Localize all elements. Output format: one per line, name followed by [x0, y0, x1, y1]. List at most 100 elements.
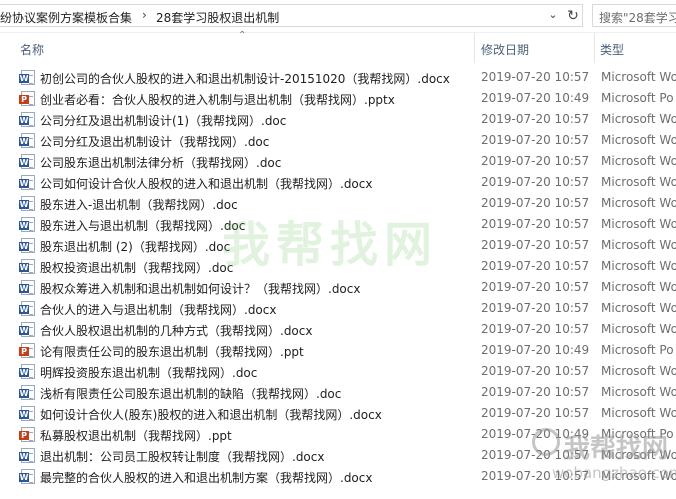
file-row[interactable]: W 如何设计合伙人(股东)股权的进入和退出机制（我帮找网）.docx 2019-07… — [0, 403, 676, 424]
file-name: 股权众筹进入机制和退出机制如何设计？（我帮找网）.docx — [40, 282, 361, 296]
word-doc-icon: W — [19, 364, 35, 379]
column-divider[interactable] — [474, 33, 475, 63]
file-type: Microsoft Wo — [601, 301, 676, 315]
ppt-badge-icon: P — [19, 347, 29, 356]
file-name: 公司如何设计合伙人股权的进入和退出机制（我帮找网）.docx — [40, 177, 373, 191]
file-row[interactable]: W 合伙人的进入与退出机制（我帮找网）.docx 2019-07-20 10:57 M… — [0, 298, 676, 319]
file-modified-date: 2019-07-20 10:57 — [481, 175, 590, 189]
file-row[interactable]: P 创业者必看：合伙人股权的进入机制与退出机制（我帮找网）.pptx 2019-07… — [0, 88, 676, 109]
word-badge-icon: W — [19, 179, 29, 188]
file-row[interactable]: W 公司分红及退出机制设计(1)（我帮找网）.doc 2019-07-20 10:5… — [0, 109, 676, 130]
breadcrumb-chevron-icon[interactable]: › — [142, 8, 147, 22]
doc-lines-icon — [29, 138, 33, 147]
file-name: 公司分红及退出机制设计（我帮找网）.doc — [40, 135, 270, 149]
doc-lines-icon — [29, 390, 33, 399]
word-doc-icon: W — [19, 238, 35, 253]
corner-watermark: 我帮找网 wobangzhao.com — [532, 422, 676, 496]
doc-lines-icon — [29, 285, 33, 294]
doc-lines-icon — [29, 201, 33, 210]
file-modified-date: 2019-07-20 10:57 — [481, 133, 590, 147]
word-badge-icon: W — [19, 326, 29, 335]
file-row[interactable]: W 初创公司的合伙人股权的进入和退出机制设计-20151020（我帮找网）.doc… — [0, 67, 676, 88]
doc-lines-icon — [29, 453, 33, 462]
doc-lines-icon — [29, 180, 33, 189]
word-badge-icon: W — [19, 389, 29, 398]
column-header-row: 名称 修改日期 类型 — [0, 33, 676, 63]
word-badge-icon: W — [19, 410, 29, 419]
file-row[interactable]: W 浅析有限责任公司股东退出机制的缺陷（我帮找网）.doc 2019-07-20 1… — [0, 382, 676, 403]
file-name: 股东进入-退出机制（我帮找网）.doc — [40, 198, 238, 212]
word-doc-icon: W — [19, 406, 35, 421]
search-input[interactable]: 搜索"28套学习 — [592, 4, 676, 27]
file-name: 退出机制：公司员工股权转让制度（我帮找网）.docx — [40, 450, 325, 464]
word-doc-icon: W — [19, 175, 35, 190]
word-badge-icon: W — [19, 221, 29, 230]
file-name: 创业者必看：合伙人股权的进入机制与退出机制（我帮找网）.pptx — [40, 93, 395, 107]
breadcrumb-item-parent[interactable]: 纷协议案例方案模板合集 — [0, 9, 132, 26]
file-modified-date: 2019-07-20 10:57 — [481, 154, 590, 168]
file-modified-date: 2019-07-20 10:57 — [481, 70, 590, 84]
word-doc-icon: W — [19, 448, 35, 463]
file-modified-date: 2019-07-20 10:49 — [481, 343, 590, 357]
file-row[interactable]: W 合伙人股权退出机制的几种方式（我帮找网）.docx 2019-07-20 10:… — [0, 319, 676, 340]
search-placeholder: 搜索"28套学习 — [599, 11, 676, 25]
file-name: 明辉投资股东退出机制（我帮找网）.doc — [40, 366, 258, 380]
word-badge-icon: W — [19, 242, 29, 251]
file-type: Microsoft Wo — [601, 385, 676, 399]
file-row[interactable]: W 明辉投资股东退出机制（我帮找网）.doc 2019-07-20 10:57 Mic… — [0, 361, 676, 382]
corner-watermark-url: wobangzhao.com — [552, 464, 676, 482]
file-name: 股东进入与退出机制（我帮找网）.doc — [40, 219, 246, 233]
breadcrumb-item-current[interactable]: 28套学习股权退出机制 — [156, 9, 279, 26]
address-bar[interactable]: 纷协议案例方案模板合集 › 28套学习股权退出机制 ⌄ ↻ — [0, 4, 583, 27]
file-modified-date: 2019-07-20 10:57 — [481, 406, 590, 420]
word-doc-icon: W — [19, 70, 35, 85]
doc-lines-icon — [29, 117, 33, 126]
column-header-date[interactable]: 修改日期 — [481, 41, 529, 58]
word-doc-icon: W — [19, 133, 35, 148]
file-name: 股东退出机制 (2)（我帮找网）.doc — [40, 240, 231, 254]
file-name: 合伙人股权退出机制的几种方式（我帮找网）.docx — [40, 324, 313, 338]
file-name: 合伙人的进入与退出机制（我帮找网）.docx — [40, 303, 277, 317]
word-doc-icon: W — [19, 217, 35, 232]
word-doc-icon: W — [19, 196, 35, 211]
file-name: 股权投资退出机制（我帮找网）.doc — [40, 261, 234, 275]
file-row[interactable]: W 股权众筹进入机制和退出机制如何设计？（我帮找网）.docx 2019-07-20… — [0, 277, 676, 298]
file-row[interactable]: W 公司分红及退出机制设计（我帮找网）.doc 2019-07-20 10:57 Mi… — [0, 130, 676, 151]
corner-watermark-text: 我帮找网 — [564, 434, 669, 464]
doc-lines-icon — [29, 432, 33, 441]
file-modified-date: 2019-07-20 10:57 — [481, 238, 590, 252]
file-row[interactable]: W 公司如何设计合伙人股权的进入和退出机制（我帮找网）.docx 2019-07-2… — [0, 172, 676, 193]
doc-lines-icon — [29, 243, 33, 252]
ppt-badge-icon: P — [19, 95, 29, 104]
doc-lines-icon — [29, 96, 33, 105]
watermark-logo-icon — [532, 428, 560, 456]
file-type: Microsoft Wo — [601, 175, 676, 189]
file-type: Microsoft Wo — [601, 406, 676, 420]
file-row[interactable]: P 论有限责任公司的股东退出机制（我帮找网）.ppt 2019-07-20 10:4… — [0, 340, 676, 361]
file-name: 最完整的合伙人股权的进入和退出机制方案（我帮找网）.docx — [40, 471, 373, 485]
file-modified-date: 2019-07-20 10:57 — [481, 301, 590, 315]
column-header-name[interactable]: 名称 — [20, 41, 44, 58]
word-badge-icon: W — [19, 473, 29, 482]
ppt-doc-icon: P — [19, 427, 35, 442]
column-divider[interactable] — [594, 33, 595, 63]
column-header-type[interactable]: 类型 — [600, 41, 624, 58]
word-badge-icon: W — [19, 116, 29, 125]
word-badge-icon: W — [19, 137, 29, 146]
file-modified-date: 2019-07-20 10:57 — [481, 322, 590, 336]
file-row[interactable]: W 公司股东退出机制法律分析（我帮找网）.doc 2019-07-20 10:57 M… — [0, 151, 676, 172]
word-doc-icon: W — [19, 469, 35, 484]
doc-lines-icon — [29, 348, 33, 357]
address-dropdown-icon[interactable]: ⌄ — [545, 8, 561, 24]
file-modified-date: 2019-07-20 10:57 — [481, 259, 590, 273]
word-badge-icon: W — [19, 284, 29, 293]
word-badge-icon: W — [19, 74, 29, 83]
refresh-icon[interactable]: ↻ — [564, 7, 582, 25]
file-type: Microsoft Wo — [601, 112, 676, 126]
word-doc-icon: W — [19, 280, 35, 295]
word-doc-icon: W — [19, 154, 35, 169]
file-name: 私募股权退出机制（我帮找网）.ppt — [40, 429, 232, 443]
ppt-doc-icon: P — [19, 343, 35, 358]
file-type: Microsoft Wo — [601, 70, 676, 84]
file-type: Microsoft Po — [601, 91, 674, 105]
